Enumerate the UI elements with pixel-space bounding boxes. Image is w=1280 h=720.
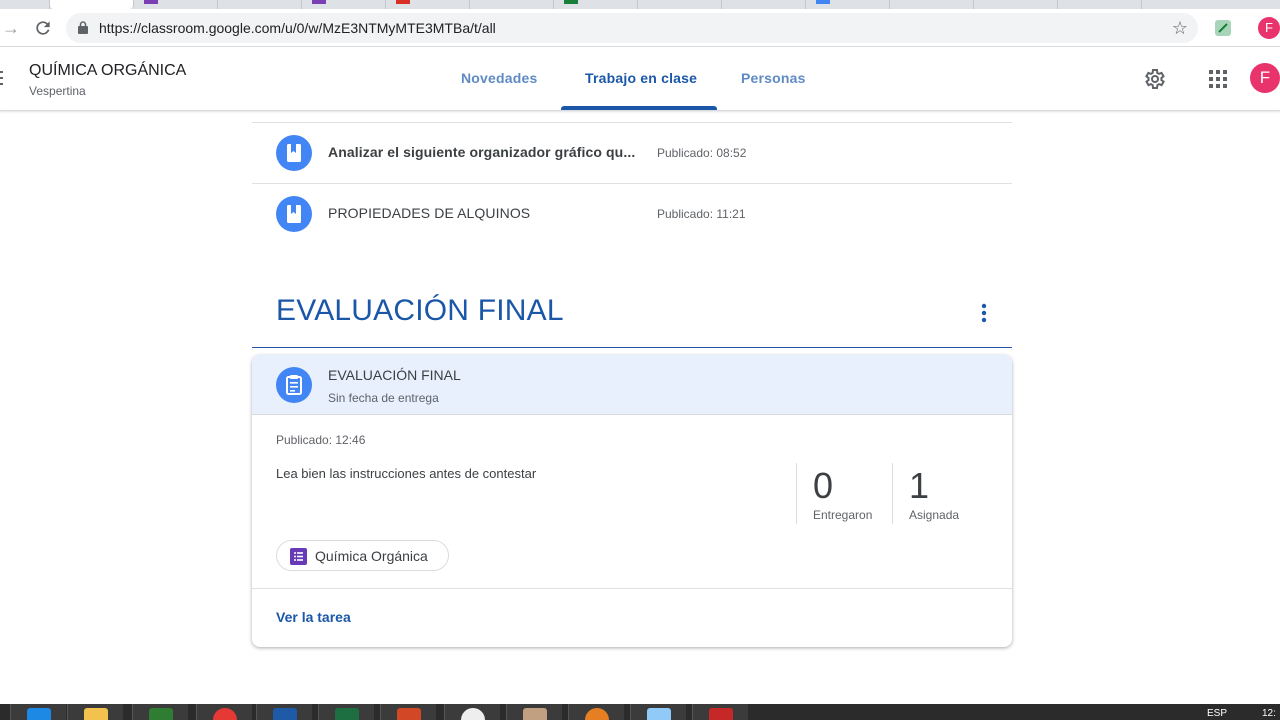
main-menu-icon[interactable]: [0, 71, 3, 85]
course-title[interactable]: QUÍMICA ORGÁNICA: [29, 62, 186, 80]
taskbar-chrome[interactable]: [196, 704, 252, 720]
gear-icon[interactable]: [1142, 67, 1166, 91]
course-subtitle: Vespertina: [29, 84, 86, 98]
turned-in-label: Entregaron: [813, 508, 873, 522]
clock[interactable]: 12:: [1262, 708, 1276, 719]
url-text: https://classroom.google.com/u/0/w/MzE3N…: [99, 20, 496, 36]
app-icon: [461, 708, 485, 720]
tab-stream[interactable]: Novedades: [461, 70, 538, 86]
turned-in-stat[interactable]: 0 Entregaron: [796, 463, 892, 524]
browser-tab[interactable]: [722, 0, 806, 9]
topic-title: EVALUACIÓN FINAL: [276, 294, 564, 327]
more-vert-icon[interactable]: [974, 301, 994, 325]
browser-tab-strip: [0, 0, 1280, 9]
browser-tab[interactable]: [386, 0, 470, 9]
app-icon: [647, 708, 671, 720]
assigned-label: Asignada: [909, 508, 960, 522]
taskbar-app[interactable]: [506, 704, 562, 720]
browser-tab[interactable]: [134, 0, 218, 9]
powerpoint-icon: [397, 708, 421, 720]
browser-tab[interactable]: [0, 0, 50, 9]
browser-tab[interactable]: [806, 0, 890, 9]
browser-tab[interactable]: [302, 0, 386, 9]
browser-tab[interactable]: [974, 0, 1058, 9]
basketball-icon: [585, 708, 609, 720]
tab-favicon: [564, 0, 578, 4]
tab-favicon: [144, 0, 158, 4]
taskbar-app[interactable]: [630, 704, 686, 720]
browser-toolbar: → https://classroom.google.com/u/0/w/MzE…: [0, 9, 1280, 47]
assignment-icon: [276, 367, 312, 403]
published-time: Publicado: 11:21: [657, 207, 746, 221]
taskbar-app[interactable]: [568, 704, 624, 720]
store-icon: [149, 708, 173, 720]
browser-tab[interactable]: [554, 0, 638, 9]
material-icon: [276, 196, 312, 232]
taskbar-powerpoint[interactable]: [380, 704, 436, 720]
assigned-stat[interactable]: 1 Asignada: [892, 463, 988, 524]
browser-tab[interactable]: [890, 0, 974, 9]
active-tab-indicator: [561, 106, 717, 110]
material-title: PROPIEDADES DE ALQUINOS: [328, 205, 531, 221]
list-item[interactable]: PROPIEDADES DE ALQUINOS Publicado: 11:21: [252, 183, 1012, 244]
assignment-header[interactable]: EVALUACIÓN FINAL Sin fecha de entrega: [252, 355, 1012, 415]
folder-icon: [84, 708, 108, 720]
topic-divider: [252, 347, 1012, 348]
chrome-icon: [213, 708, 237, 720]
view-assignment-link[interactable]: Ver la tarea: [276, 609, 351, 625]
published-time: Publicado: 12:46: [276, 433, 366, 447]
lock-icon: [78, 21, 88, 34]
due-date: Sin fecha de entrega: [328, 391, 439, 405]
turned-in-count: 0: [813, 465, 834, 506]
address-bar[interactable]: https://classroom.google.com/u/0/w/MzE3N…: [66, 13, 1198, 43]
bookmark-star-icon[interactable]: ☆: [1172, 18, 1188, 39]
user-avatar[interactable]: F: [1250, 63, 1280, 93]
extension-icon[interactable]: [1213, 18, 1233, 38]
taskbar-excel[interactable]: [318, 704, 374, 720]
browser-tab-active[interactable]: [50, 0, 134, 9]
taskbar-app[interactable]: [444, 704, 500, 720]
word-icon: [273, 708, 297, 720]
tab-favicon: [816, 0, 830, 4]
attachment-label: Química Orgánica: [315, 548, 428, 564]
assigned-count: 1: [909, 465, 930, 506]
google-forms-icon: [290, 548, 307, 565]
reload-icon[interactable]: [33, 18, 53, 38]
material-title: Analizar el siguiente organizador gráfic…: [328, 144, 636, 160]
list-item[interactable]: Analizar el siguiente organizador gráfic…: [252, 122, 1012, 183]
apps-grid-icon[interactable]: [1208, 69, 1228, 89]
browser-tab[interactable]: [638, 0, 722, 9]
browser-tab[interactable]: [470, 0, 554, 9]
taskbar-app[interactable]: [132, 704, 188, 720]
classroom-header: QUÍMICA ORGÁNICA Vespertina Novedades Tr…: [0, 47, 1280, 111]
published-time: Publicado: 08:52: [657, 146, 747, 160]
tab-classwork[interactable]: Trabajo en clase: [585, 70, 697, 86]
attachment-chip[interactable]: Química Orgánica: [276, 540, 449, 571]
taskbar-explorer[interactable]: [67, 704, 123, 720]
pdf-icon: [709, 708, 733, 720]
browser-tab[interactable]: [1058, 0, 1142, 9]
input-language[interactable]: ESP: [1207, 708, 1227, 719]
taskbar-word[interactable]: [256, 704, 312, 720]
assignment-instructions: Lea bien las instrucciones antes de cont…: [276, 466, 537, 481]
card-divider: [252, 588, 1012, 589]
internet-explorer-icon: [27, 708, 51, 720]
taskbar-ie[interactable]: [10, 704, 66, 720]
forward-icon[interactable]: →: [1, 18, 21, 38]
browser-profile-avatar[interactable]: F: [1258, 17, 1280, 39]
taskbar-app[interactable]: [692, 704, 748, 720]
os-taskbar: ESP 12:: [0, 704, 1280, 720]
browser-tab[interactable]: [218, 0, 302, 9]
excel-icon: [335, 708, 359, 720]
material-icon: [276, 135, 312, 171]
assignment-card: EVALUACIÓN FINAL Sin fecha de entrega Pu…: [252, 355, 1012, 647]
tab-people[interactable]: Personas: [741, 70, 806, 86]
tab-favicon: [396, 0, 410, 4]
assignment-title: EVALUACIÓN FINAL: [328, 367, 461, 383]
tab-favicon: [312, 0, 326, 4]
app-icon: [523, 708, 547, 720]
